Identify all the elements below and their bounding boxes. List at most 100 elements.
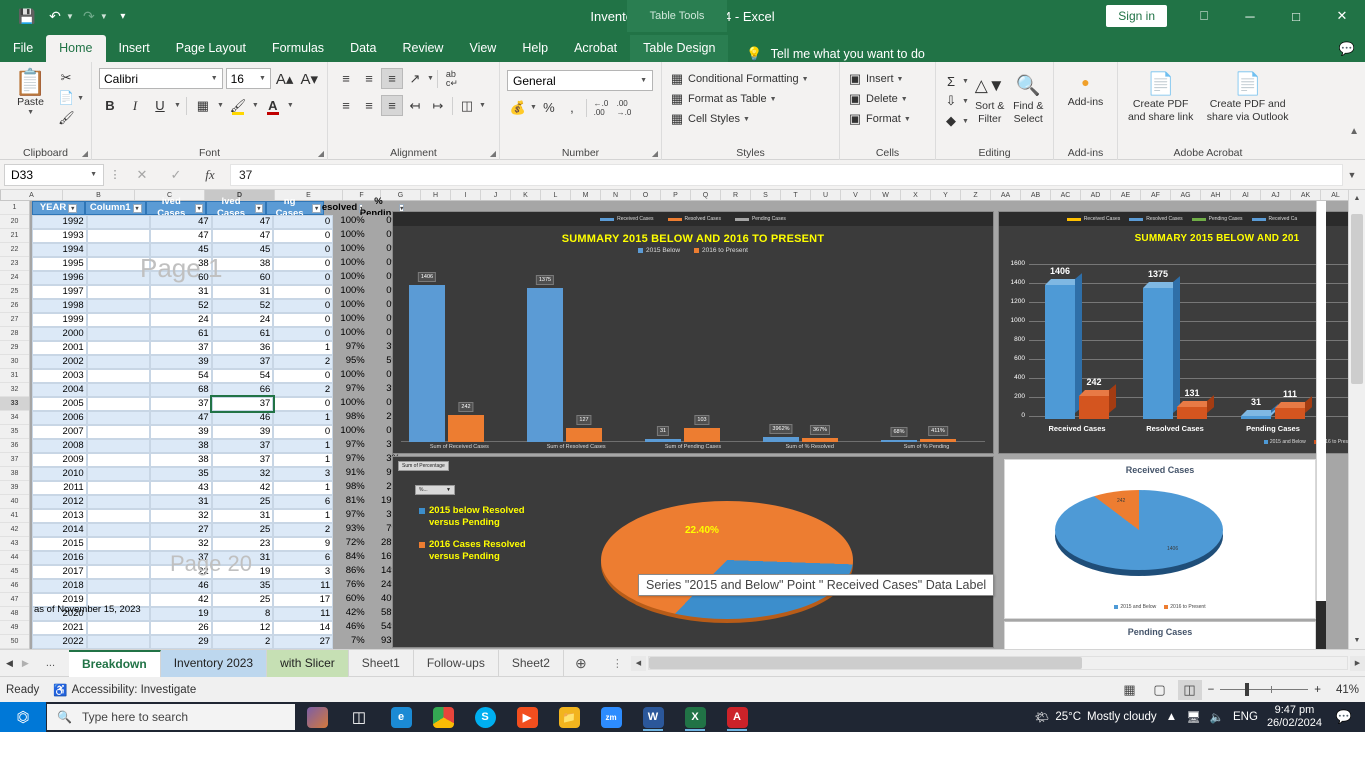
align-center-icon[interactable]: ≡ <box>358 95 380 116</box>
bar-2016-to-present-2[interactable]: 103 <box>684 415 720 442</box>
cell-column1-35[interactable] <box>86 425 151 439</box>
number-dialog-launcher[interactable]: ◢ <box>652 149 658 158</box>
confirm-edit-icon[interactable]: ✓ <box>160 164 192 186</box>
cell-percent-resolved-42[interactable]: 93% <box>333 523 367 537</box>
row-header-35[interactable]: 35 <box>0 425 29 439</box>
cell-year-32[interactable]: 2004 <box>32 383 87 397</box>
merge-cells-icon[interactable]: ◫ <box>456 95 478 116</box>
number-format-chevron-down-icon[interactable]: ▼ <box>640 77 647 84</box>
cell-received-37[interactable]: 38 <box>150 453 212 467</box>
column-header-ai[interactable]: AI <box>1231 190 1261 200</box>
underline-button[interactable]: U <box>149 95 171 116</box>
cell-received-36[interactable]: 38 <box>150 439 212 453</box>
cell-resolved-47[interactable]: 25 <box>211 593 274 607</box>
align-right-icon[interactable]: ≡ <box>381 95 403 116</box>
cell-pending-40[interactable]: 6 <box>273 495 334 509</box>
cell-pending-34[interactable]: 1 <box>273 411 334 425</box>
cell-resolved-35[interactable]: 39 <box>211 425 274 439</box>
column-header-l[interactable]: L <box>541 190 571 200</box>
cell-percent-resolved-37[interactable]: 97% <box>333 453 367 467</box>
summary-3d-column-chart[interactable]: Received Cases Resolved Cases Pending Ca… <box>998 211 1365 454</box>
add-ins-button[interactable]: ● Add-ins <box>1059 67 1112 108</box>
column-header-s[interactable]: S <box>751 190 781 200</box>
cell-pending-43[interactable]: 9 <box>273 537 334 551</box>
row-header-42[interactable]: 42 <box>0 523 29 537</box>
show-hidden-icons-chevron-up-icon[interactable]: ▲ <box>1166 711 1177 723</box>
undo-icon[interactable]: ↶ <box>42 4 68 28</box>
cell-received-27[interactable]: 24 <box>150 313 212 327</box>
row-header-47[interactable]: 47 <box>0 593 29 607</box>
cell-column1-34[interactable] <box>86 411 151 425</box>
column-header-r[interactable]: R <box>721 190 751 200</box>
cell-resolved-43[interactable]: 23 <box>211 537 274 551</box>
cell-resolved-20[interactable]: 47 <box>211 215 274 229</box>
cell-received-32[interactable]: 68 <box>150 383 212 397</box>
cell-percent-resolved-21[interactable]: 100% <box>333 229 367 243</box>
cell-received-38[interactable]: 35 <box>150 467 212 481</box>
comments-icon[interactable]: 💬 <box>1339 41 1355 57</box>
start-icon[interactable]: ⏣ <box>0 702 46 732</box>
decrease-font-size-button[interactable]: A▾ <box>298 68 320 89</box>
pending-cases-card[interactable]: Pending Cases <box>1004 621 1316 649</box>
table-row[interactable]: 20103532391%9% <box>32 467 402 481</box>
row-header-24[interactable]: 24 <box>0 271 29 285</box>
column-header-aj[interactable]: AJ <box>1261 190 1291 200</box>
cell-received-40[interactable]: 31 <box>150 495 212 509</box>
cell-column1-44[interactable] <box>86 551 151 565</box>
cell-received-39[interactable]: 43 <box>150 481 212 495</box>
hscroll-right-button[interactable]: ▶ <box>1350 655 1365 671</box>
sheet-tab-inventory-2023[interactable]: Inventory 2023 <box>160 649 268 677</box>
cell-column1-42[interactable] <box>86 523 151 537</box>
redo-icon[interactable]: ↷ <box>76 4 102 28</box>
percent-style-button[interactable]: % <box>538 97 560 118</box>
name-box-chevron-down-icon[interactable]: ▼ <box>90 171 97 178</box>
cell-column1-27[interactable] <box>86 313 151 327</box>
table-row[interactable]: 2018 46 35 11 76% 24% <box>32 579 402 593</box>
cell-resolved-24[interactable]: 60 <box>211 271 274 285</box>
cell-resolved-25[interactable]: 31 <box>211 285 274 299</box>
column-header-a[interactable]: A <box>1 190 63 200</box>
cell-received-30[interactable]: 39 <box>150 355 212 369</box>
cell-percent-resolved-33[interactable]: 100% <box>333 397 367 411</box>
cell-pending-21[interactable]: 0 <box>273 229 334 243</box>
cell-received-33[interactable]: 37 <box>150 397 212 411</box>
cell-resolved-42[interactable]: 25 <box>211 523 274 537</box>
pivot-bar-chart[interactable]: Received Cases Resolved Cases Pending Ca… <box>392 211 994 454</box>
notification-icon[interactable]: 💬 <box>1331 702 1357 732</box>
row-header-43[interactable]: 43 <box>0 537 29 551</box>
cell-received-23[interactable]: 38 <box>150 257 212 271</box>
minimize-button[interactable]: ─ <box>1227 0 1273 32</box>
cell-percent-resolved-24[interactable]: 100% <box>333 271 367 285</box>
cell-column1-41[interactable] <box>86 509 151 523</box>
bar-2015-below-2[interactable]: 31 <box>645 426 681 442</box>
column-header-ad[interactable]: AD <box>1081 190 1111 200</box>
pivot-chart-slicer-bar[interactable]: Received Cases Resolved Cases Pending Ca… <box>393 212 993 226</box>
accessibility-status[interactable]: ♿ Accessibility: Investigate <box>53 683 196 697</box>
cell-column1-30[interactable] <box>86 355 151 369</box>
cell-received-20[interactable]: 47 <box>150 215 212 229</box>
cell-percent-resolved-31[interactable]: 100% <box>333 369 367 383</box>
orientation-chevron-down-icon[interactable]: ▼ <box>427 75 434 82</box>
table-row[interactable]: 199445450100%0% <box>32 243 402 257</box>
cell-column1-26[interactable] <box>86 299 151 313</box>
table-row[interactable]: 199852520100%0% <box>32 299 402 313</box>
horizontal-scroll-thumb[interactable] <box>648 657 1082 669</box>
file-explorer-icon[interactable]: 📁 <box>549 702 589 732</box>
cell-resolved-49[interactable]: 12 <box>211 621 274 635</box>
row-header-26[interactable]: 26 <box>0 299 29 313</box>
sign-in-button[interactable]: Sign in <box>1106 5 1167 27</box>
chart3d-slicer-bar[interactable]: Received Cases Resolved Cases Pending Ca… <box>999 212 1365 226</box>
cell-pending-42[interactable]: 2 <box>273 523 334 537</box>
cell-column1-39[interactable] <box>86 481 151 495</box>
cell-pending-25[interactable]: 0 <box>273 285 334 299</box>
column-header-o[interactable]: O <box>631 190 661 200</box>
cell-year-45[interactable]: 2017 <box>32 565 87 579</box>
alignment-dialog-launcher[interactable]: ◢ <box>490 149 496 158</box>
cell-styles-chevron-down-icon[interactable]: ▼ <box>743 116 750 123</box>
cell-year-39[interactable]: 2011 <box>32 481 87 495</box>
cell-year-24[interactable]: 1996 <box>32 271 87 285</box>
row-header-25[interactable]: 25 <box>0 285 29 299</box>
table-row[interactable]: 199247470100%0% <box>32 215 402 229</box>
cell-received-42[interactable]: 27 <box>150 523 212 537</box>
paste-chevron-down-icon[interactable]: ▼ <box>27 109 34 116</box>
